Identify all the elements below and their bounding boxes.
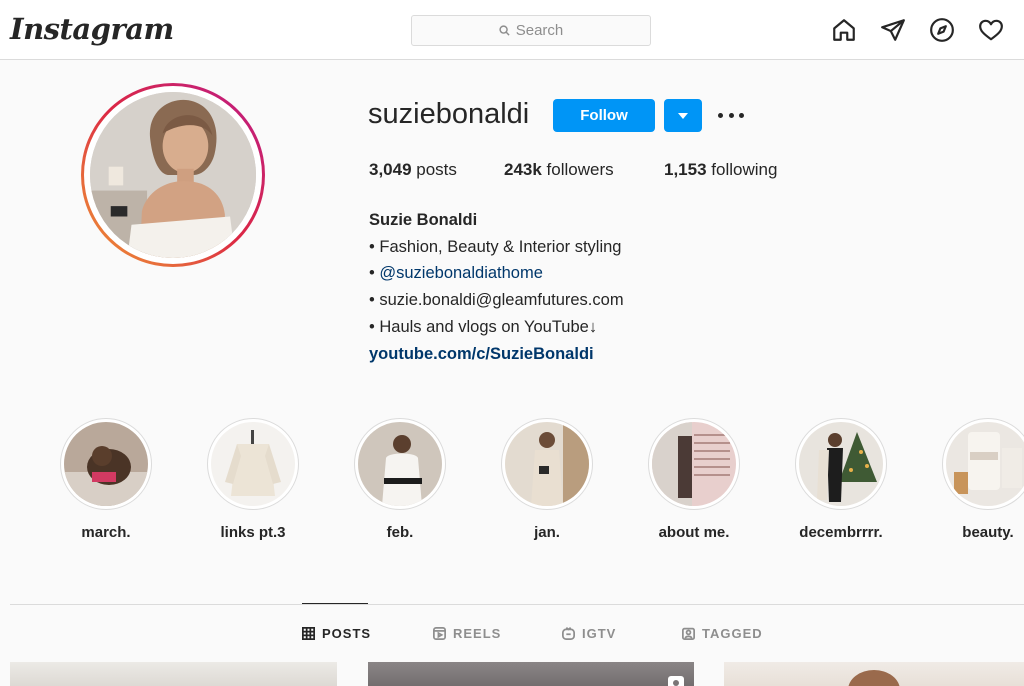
following-link[interactable]: 1,153 following bbox=[664, 160, 777, 180]
more-dots-icon bbox=[718, 112, 723, 118]
suggested-accounts-dropdown-button[interactable] bbox=[664, 99, 702, 132]
search-placeholder: Search bbox=[515, 22, 564, 39]
bio-line: • suzie.bonaldi@gleamfutures.com bbox=[369, 291, 624, 310]
avatar bbox=[90, 92, 256, 258]
tab-posts[interactable]: POSTS bbox=[302, 626, 371, 641]
search-input[interactable]: Search bbox=[411, 15, 651, 46]
story-highlight[interactable]: about me. bbox=[648, 418, 740, 541]
highlight-cover bbox=[211, 422, 295, 506]
activity-heart-icon[interactable] bbox=[978, 17, 1004, 43]
tabs-divider bbox=[10, 604, 1024, 605]
active-tab-indicator bbox=[302, 603, 368, 604]
explore-compass-icon[interactable] bbox=[929, 17, 955, 43]
story-highlight[interactable]: feb. bbox=[354, 418, 446, 541]
story-highlight[interactable]: links pt.3 bbox=[207, 418, 299, 541]
home-icon[interactable] bbox=[831, 17, 857, 43]
bio-line: • @suziebonaldiathome bbox=[369, 264, 543, 283]
highlight-cover bbox=[652, 422, 736, 506]
search-icon bbox=[499, 25, 510, 36]
story-highlight[interactable]: jan. bbox=[501, 418, 593, 541]
profile-username: suziebonaldi bbox=[368, 98, 530, 130]
profile-bio: Suzie Bonaldi • Fashion, Beauty & Interi… bbox=[369, 207, 624, 367]
profile-full-name: Suzie Bonaldi bbox=[369, 211, 478, 229]
bio-mention-link[interactable]: @suziebonaldiathome bbox=[379, 264, 543, 282]
highlight-cover bbox=[946, 422, 1024, 506]
post-thumbnail[interactable] bbox=[10, 662, 337, 686]
more-options-button[interactable] bbox=[718, 104, 744, 126]
posts-count: 3,049 posts bbox=[369, 160, 457, 179]
post-thumbnail[interactable] bbox=[724, 662, 1024, 686]
highlight-cover bbox=[358, 422, 442, 506]
tab-reels[interactable]: REELS bbox=[433, 626, 501, 641]
tab-igtv[interactable]: IGTV bbox=[562, 626, 616, 641]
nav-icons bbox=[831, 17, 1004, 43]
grid-icon bbox=[302, 627, 315, 640]
instagram-logo[interactable]: Instagram bbox=[10, 12, 174, 46]
followers-link[interactable]: 243k followers bbox=[504, 160, 664, 180]
highlight-cover bbox=[799, 422, 883, 506]
bio-website-link[interactable]: youtube.com/c/SuzieBonaldi bbox=[369, 341, 624, 368]
bio-line: • Hauls and vlogs on YouTube↓ bbox=[369, 317, 598, 336]
top-nav-bar: Instagram Search bbox=[0, 0, 1024, 60]
video-icon bbox=[668, 676, 684, 686]
tab-tagged[interactable]: TAGGED bbox=[682, 626, 763, 641]
direct-message-icon[interactable] bbox=[880, 17, 906, 43]
follow-button[interactable]: Follow bbox=[553, 99, 655, 132]
story-highlight[interactable]: decembrrrr. bbox=[795, 418, 887, 541]
reels-icon bbox=[433, 627, 446, 640]
tagged-icon bbox=[682, 627, 695, 640]
post-thumbnail-face bbox=[848, 670, 900, 686]
profile-avatar-story-ring[interactable] bbox=[81, 83, 265, 267]
bio-line: • Fashion, Beauty & Interior styling bbox=[369, 237, 622, 256]
story-highlight[interactable]: march. bbox=[60, 418, 152, 541]
highlight-cover bbox=[64, 422, 148, 506]
story-highlight[interactable]: beauty. bbox=[942, 418, 1024, 541]
profile-stats: 3,049 posts 243k followers 1,153 followi… bbox=[369, 160, 777, 180]
igtv-icon bbox=[562, 627, 575, 640]
post-thumbnail[interactable] bbox=[368, 662, 694, 686]
chevron-down-icon bbox=[678, 112, 688, 119]
highlight-cover bbox=[505, 422, 589, 506]
